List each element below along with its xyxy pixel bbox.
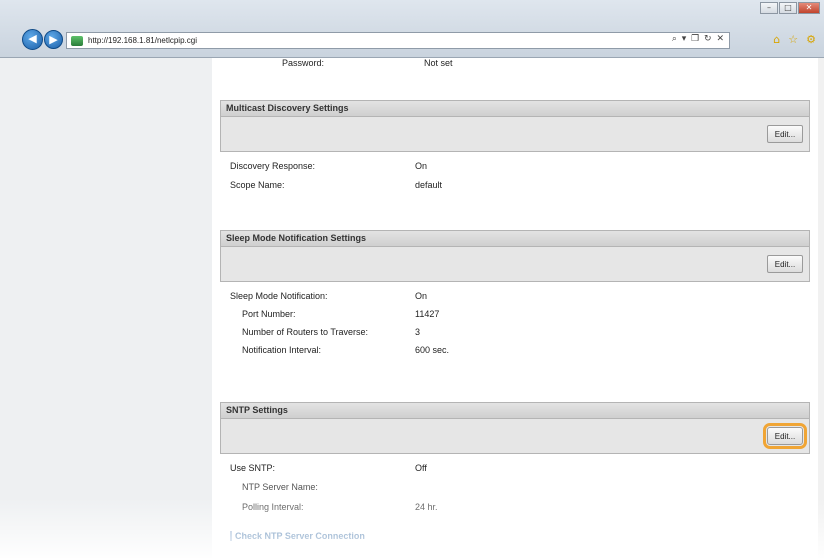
back-arrow-icon: ◀	[28, 32, 37, 45]
address-bar[interactable]: http://192.168.1.81/netlcpip.cgi ⌕ ▾ ❐ ↻…	[66, 32, 730, 49]
window-controls: – □ ✕	[760, 2, 820, 14]
favicon-icon	[71, 35, 83, 46]
row-value: On	[415, 161, 428, 171]
page-scrollbar[interactable]	[818, 58, 824, 558]
password-row: Password: Not set	[282, 58, 453, 68]
row-value: 600 sec.	[415, 345, 450, 355]
row-label: Use SNTP:	[230, 463, 276, 473]
gear-icon[interactable]: ⚙	[806, 32, 816, 49]
section-title: Multicast Discovery Settings	[220, 100, 810, 117]
toolbar-icons: ⌂ ☆ ⚙	[730, 32, 820, 49]
row-value: On	[415, 291, 428, 301]
row-label: Polling Interval:	[242, 502, 304, 512]
row-value: 3	[415, 327, 421, 337]
multicast-edit-button[interactable]: Edit...	[767, 125, 803, 143]
url-text[interactable]: http://192.168.1.81/netlcpip.cgi	[88, 36, 197, 45]
minimize-button[interactable]: –	[760, 2, 778, 14]
notification-interval-row: Notification Interval: 600 sec.	[242, 345, 449, 355]
port-number-row: Port Number: 11427	[242, 309, 439, 319]
star-icon[interactable]: ☆	[788, 32, 798, 49]
left-navigation-pane	[0, 58, 212, 558]
row-value: 24 hr.	[415, 502, 438, 512]
section-toolbar: Edit...	[220, 419, 810, 454]
page: Password: Not set Multicast Discovery Se…	[0, 58, 824, 558]
password-label: Password:	[282, 58, 325, 68]
use-sntp-row: Use SNTP: Off	[230, 463, 427, 473]
forward-button[interactable]: ▶	[44, 30, 63, 49]
row-value: 11427	[415, 309, 440, 319]
back-button[interactable]: ◀	[22, 29, 43, 50]
scope-name-row: Scope Name: default	[230, 180, 442, 190]
row-label: NTP Server Name:	[242, 482, 318, 492]
browser-chrome: – □ ✕ ◀ ▶ http://192.168.1.81/netlcpip.c…	[0, 0, 824, 58]
sleep-notification-row: Sleep Mode Notification: On	[230, 291, 427, 301]
password-value: Not set	[424, 58, 453, 68]
row-label: Scope Name:	[230, 180, 285, 190]
forward-arrow-icon: ▶	[49, 33, 58, 46]
settings-content: Password: Not set Multicast Discovery Se…	[212, 58, 818, 558]
maximize-button[interactable]: □	[779, 2, 797, 14]
sntp-section: SNTP Settings Edit...	[220, 402, 810, 454]
multicast-discovery-section: Multicast Discovery Settings Edit...	[220, 100, 810, 152]
address-tools[interactable]: ⌕ ▾ ❐ ↻ ✕	[672, 34, 725, 44]
row-label: Port Number:	[242, 309, 296, 319]
sleep-mode-edit-button[interactable]: Edit...	[767, 255, 803, 273]
polling-interval-row: Polling Interval: 24 hr.	[242, 502, 438, 512]
ntp-server-name-row: NTP Server Name:	[242, 482, 415, 492]
row-value: default	[415, 180, 443, 190]
home-icon[interactable]: ⌂	[773, 32, 780, 49]
row-label: Notification Interval:	[242, 345, 322, 355]
check-ntp-connection-link[interactable]: Check NTP Server Connection	[230, 531, 365, 541]
sleep-mode-section: Sleep Mode Notification Settings Edit...	[220, 230, 810, 282]
section-title: Sleep Mode Notification Settings	[220, 230, 810, 247]
row-value: Off	[415, 463, 427, 473]
close-window-button[interactable]: ✕	[798, 2, 820, 14]
row-label: Discovery Response:	[230, 161, 316, 171]
sntp-edit-button[interactable]: Edit...	[763, 423, 807, 449]
section-toolbar: Edit...	[220, 117, 810, 152]
routers-row: Number of Routers to Traverse: 3	[242, 327, 420, 337]
section-toolbar: Edit...	[220, 247, 810, 282]
row-label: Sleep Mode Notification:	[230, 291, 328, 301]
section-title: SNTP Settings	[220, 402, 810, 419]
discovery-response-row: Discovery Response: On	[230, 161, 427, 171]
row-label: Number of Routers to Traverse:	[242, 327, 369, 337]
